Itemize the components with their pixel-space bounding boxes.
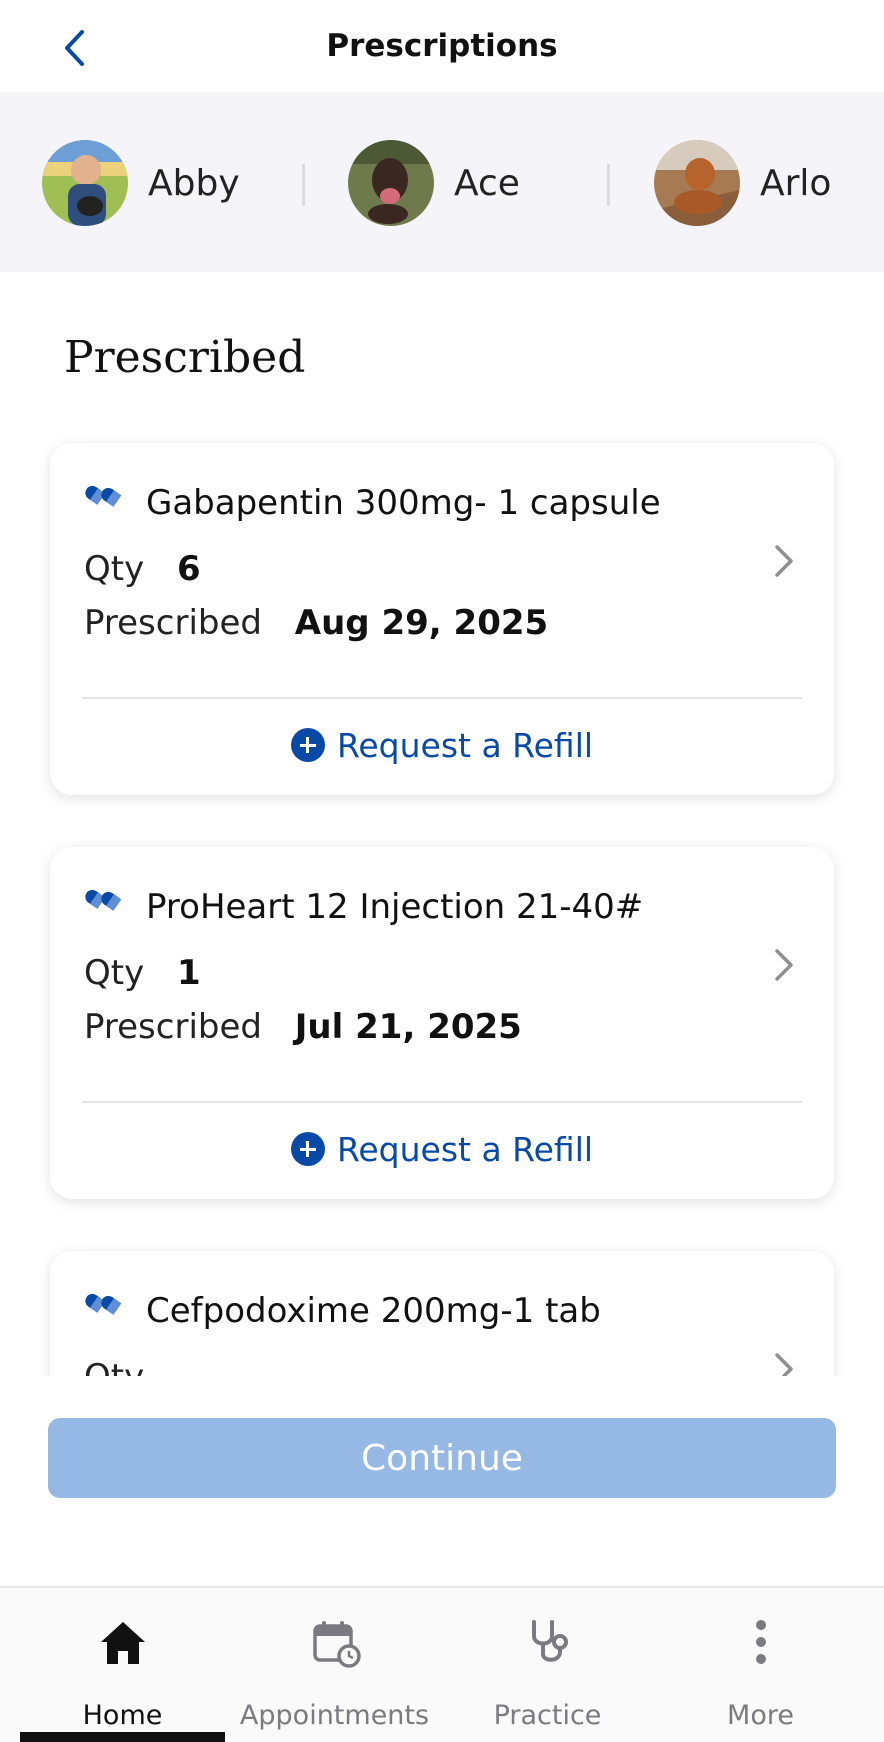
pet-name: Arlo [760, 162, 832, 204]
pet-name: Abby [148, 162, 240, 204]
plus-circle-icon [290, 728, 325, 762]
divider [607, 164, 610, 206]
qty-value: 6 [177, 549, 201, 589]
medication-name: ProHeart 12 Injection 21-40# [146, 887, 644, 927]
tab-label: More [727, 1700, 794, 1731]
avatar [348, 140, 434, 226]
prescriptions-sheet: Prescribed Gabapentin 300mg- 1 capsule Q… [0, 272, 884, 1376]
date-value: Aug 29, 2025 [294, 603, 549, 643]
date-value: Jul 21, 2025 [294, 1007, 522, 1047]
chevron-right-icon [775, 1353, 793, 1376]
pet-item-arlo[interactable]: Arlo [654, 140, 831, 226]
request-refill-button[interactable]: Request a Refill [50, 1117, 834, 1181]
divider [302, 164, 305, 206]
pill-icon [85, 485, 122, 507]
request-refill-label: Request a Refill [336, 725, 594, 765]
section-title: Prescribed [64, 332, 306, 383]
home-icon [100, 1622, 145, 1664]
medication-name: Gabapentin 300mg- 1 capsule [146, 483, 661, 523]
chevron-right-icon [775, 949, 793, 981]
pet-item-abby[interactable]: Abby [42, 140, 240, 226]
avatar [42, 140, 128, 226]
page-title: Prescriptions [326, 28, 558, 64]
qty-value: 1 [177, 953, 201, 993]
date-label: Prescribed [84, 1007, 262, 1047]
qty-row: Qty 6 [84, 549, 201, 589]
continue-button[interactable]: Continue [48, 1418, 836, 1498]
date-label: Prescribed [84, 603, 262, 643]
qty-label: Qty [84, 549, 145, 589]
pill-icon [85, 889, 122, 911]
top-nav-bar: Prescriptions [0, 0, 884, 92]
calendar-icon [312, 1621, 361, 1668]
home-indicator [20, 1732, 225, 1742]
qty-row: Qty 1 [84, 953, 201, 993]
divider [82, 697, 802, 699]
prescription-card[interactable]: ProHeart 12 Injection 21-40# Qty 1 Presc… [50, 847, 834, 1199]
plus-circle-icon [290, 1132, 325, 1166]
tab-more[interactable]: More [650, 1588, 871, 1742]
divider [82, 1101, 802, 1103]
tab-label: Appointments [239, 1700, 430, 1731]
date-row: Prescribed Jul 21, 2025 [84, 1007, 522, 1047]
qty-row: Qty [84, 1357, 144, 1376]
tab-appointments[interactable]: Appointments [224, 1588, 445, 1742]
request-refill-button[interactable]: Request a Refill [50, 713, 834, 777]
pet-item-ace[interactable]: Ace [348, 140, 520, 226]
avatar [654, 140, 740, 226]
stethoscope-icon [531, 1620, 568, 1662]
prescription-card[interactable]: Gabapentin 300mg- 1 capsule Qty 6 Prescr… [50, 443, 834, 795]
prescription-card[interactable]: Cefpodoxime 200mg-1 tab Qty [50, 1251, 834, 1376]
tab-label: Practice [493, 1700, 602, 1731]
pill-icon [85, 1293, 122, 1315]
chevron-right-icon [775, 545, 793, 577]
pet-name: Ace [454, 162, 520, 204]
more-vertical-icon [755, 1620, 766, 1664]
date-row: Prescribed Aug 29, 2025 [84, 603, 548, 643]
tab-label: Home [82, 1700, 163, 1731]
request-refill-label: Request a Refill [336, 1129, 594, 1169]
qty-label: Qty [84, 1357, 144, 1376]
bottom-tab-bar: Home Appointments Practice More [0, 1586, 884, 1742]
tab-home[interactable]: Home [12, 1588, 233, 1742]
qty-label: Qty [84, 953, 145, 993]
tab-practice[interactable]: Practice [437, 1588, 658, 1742]
pet-selector: Abby Ace Arlo [0, 92, 884, 272]
medication-name: Cefpodoxime 200mg-1 tab [146, 1291, 601, 1331]
